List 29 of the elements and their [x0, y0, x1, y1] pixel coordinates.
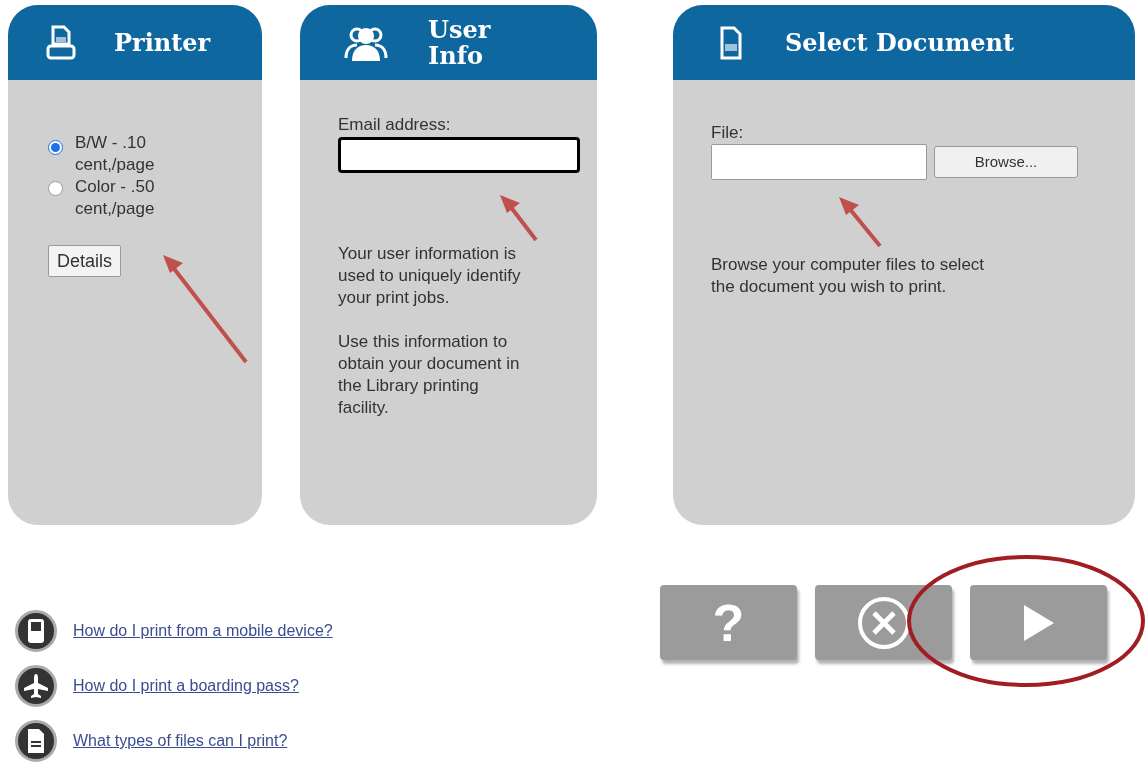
- radio-button[interactable]: [48, 181, 63, 196]
- field-label: Email address:: [338, 114, 452, 136]
- email-field[interactable]: [338, 137, 580, 173]
- browse-button[interactable]: Browse...: [934, 146, 1078, 178]
- info-text: Your user information is used to uniquely identify your print jobs.: [338, 243, 522, 309]
- annotation-arrow: [836, 194, 884, 248]
- printer-icon: [46, 24, 76, 61]
- help-link[interactable]: What types of files can I print?: [73, 730, 288, 752]
- cancel-button[interactable]: [815, 585, 952, 660]
- card-title: User Info: [428, 16, 492, 69]
- radio-button[interactable]: [48, 140, 63, 155]
- help-link[interactable]: How do I print a boarding pass?: [73, 675, 299, 697]
- info-text: Use this information to obtain your document in the Library printing facility.: [338, 331, 521, 419]
- details-button[interactable]: Details: [48, 245, 122, 277]
- card-title: Printer: [114, 29, 211, 56]
- play-icon: [1023, 604, 1054, 641]
- file-field[interactable]: [711, 144, 927, 180]
- document-icon: [719, 25, 743, 60]
- document-icon: [15, 720, 57, 762]
- radio-label: Color - .50 cent,/page: [75, 176, 156, 220]
- description-text: Browse your computer files to select the document you wish to print.: [711, 254, 986, 298]
- close-icon: [856, 595, 911, 650]
- card-title: Select Document: [785, 29, 1015, 56]
- airplane-icon: [15, 665, 57, 707]
- phone-icon: [15, 610, 57, 652]
- radio-label: B/W - .10 cent,/page: [75, 132, 156, 176]
- help-link[interactable]: How do I print from a mobile device?: [73, 620, 333, 642]
- field-label: File:: [711, 122, 745, 144]
- next-button[interactable]: [970, 585, 1107, 660]
